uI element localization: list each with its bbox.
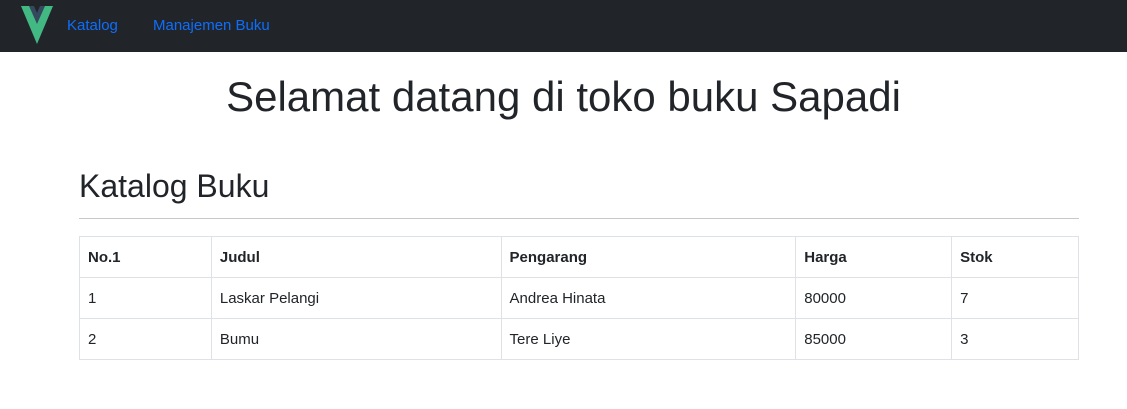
cell-judul: Laskar Pelangi <box>210 277 502 319</box>
divider <box>79 218 1079 219</box>
cell-pengarang: Andrea Hinata <box>500 277 797 319</box>
cell-pengarang: Tere Liye <box>500 318 797 360</box>
table-row: 2 Bumu Tere Liye 85000 3 <box>79 318 1079 360</box>
column-header-no: No.1 <box>79 236 212 278</box>
section-title: Katalog Buku <box>79 168 270 204</box>
cell-stok: 7 <box>951 277 1079 319</box>
cell-judul: Bumu <box>210 318 502 360</box>
cell-stok: 3 <box>951 318 1079 360</box>
welcome-heading: Selamat datang di toko buku Sapadi <box>226 73 901 120</box>
cell-harga: 80000 <box>795 277 953 319</box>
nav-link-katalog[interactable]: Katalog <box>67 17 118 35</box>
cell-no: 1 <box>79 277 212 319</box>
cell-no: 2 <box>79 318 212 360</box>
column-header-stok: Stok <box>951 236 1079 278</box>
column-header-harga: Harga <box>795 236 953 278</box>
vue-logo-icon[interactable] <box>21 6 53 44</box>
cell-harga: 85000 <box>795 318 953 360</box>
book-table: No.1 Judul Pengarang Harga Stok 1 Laskar… <box>79 236 1079 360</box>
table-header-row: No.1 Judul Pengarang Harga Stok <box>79 236 1079 278</box>
column-header-judul: Judul <box>210 236 502 278</box>
table-row: 1 Laskar Pelangi Andrea Hinata 80000 7 <box>79 277 1079 319</box>
nav-link-manajemen-buku[interactable]: Manajemen Buku <box>153 17 270 35</box>
column-header-pengarang: Pengarang <box>500 236 797 278</box>
navbar: Katalog Manajemen Buku <box>0 0 1127 52</box>
